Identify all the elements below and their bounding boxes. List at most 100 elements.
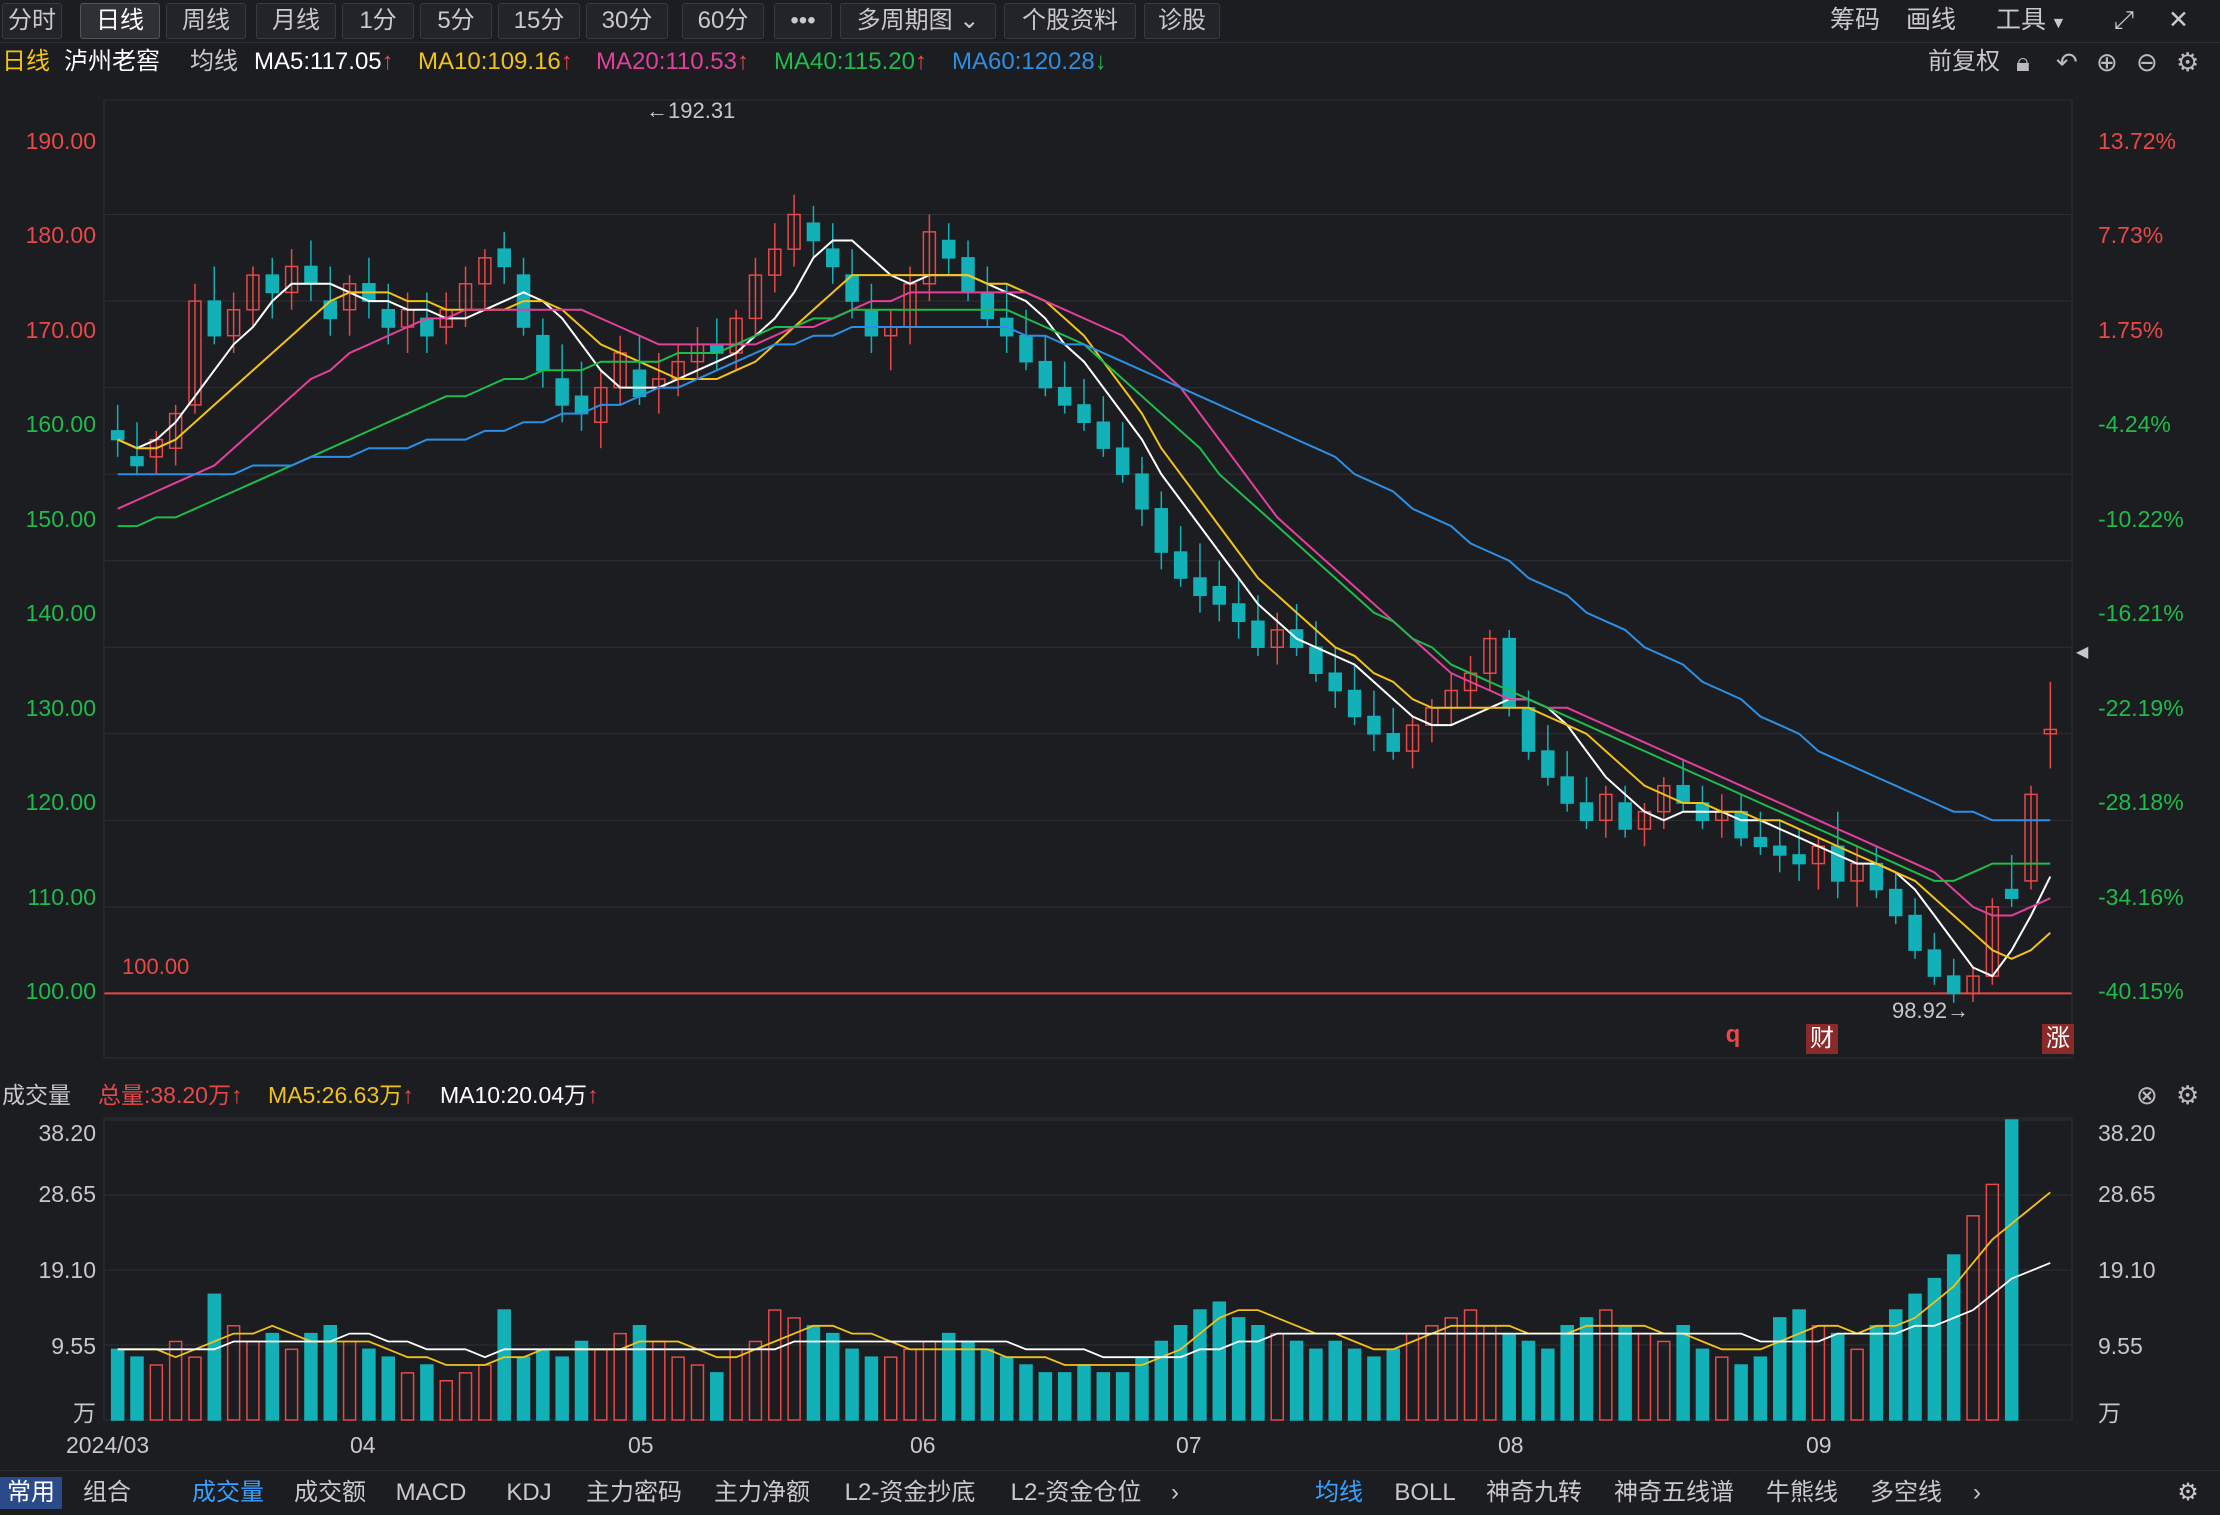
volume-ma10: MA10:20.04万↑ (440, 1078, 599, 1112)
price-restore-toggle[interactable]: 前复权 (1928, 44, 2000, 80)
month-label: 07 (1176, 1432, 1202, 1458)
indicator-macd[interactable]: MACD (386, 1477, 476, 1509)
indicator-main-code[interactable]: 主力密码 (574, 1477, 694, 1509)
candle-body (265, 274, 280, 294)
stock-profile-button[interactable]: 个股资料 (1004, 3, 1136, 39)
volume-bar (1560, 1325, 1574, 1421)
down-arrow-icon: ↓ (1094, 48, 1107, 75)
volume-bar (516, 1356, 531, 1421)
overlay-ma[interactable]: 均线 (1300, 1477, 1378, 1509)
indicator-l2-bottom[interactable]: L2-资金抄底 (832, 1477, 988, 1509)
tab-15min[interactable]: 15分 (498, 3, 580, 39)
close-icon[interactable]: ✕ (2168, 3, 2189, 37)
undo-icon[interactable]: ↶ (2056, 44, 2078, 80)
tab-daily[interactable]: 日线 (80, 3, 160, 39)
stock-name[interactable]: 泸州老窖 (64, 44, 160, 80)
price-tick: 130.00 (25, 695, 96, 721)
high-price-label: ←192.31 (646, 98, 736, 123)
overlay-magic-nine[interactable]: 神奇九转 (1476, 1477, 1592, 1509)
candle-body (1019, 334, 1033, 363)
tools-dropdown[interactable]: 工具 ▼ (1996, 3, 2066, 37)
volume-bar (1831, 1332, 1845, 1421)
tab-common[interactable]: 常用 (0, 1477, 62, 1509)
ma40-legend: MA40:115.20↑ (774, 44, 927, 80)
lock-icon[interactable]: 🔒︎ (2016, 44, 2030, 80)
zoom-in-icon[interactable]: ⊕ (2096, 44, 2118, 80)
indicator-l2-position[interactable]: L2-资金仓位 (998, 1477, 1154, 1509)
draw-button[interactable]: 画线 (1906, 3, 1956, 37)
volume-bar (1734, 1364, 1748, 1421)
volume-settings-icon[interactable]: ⚙ (2176, 1078, 2199, 1112)
overlay-bull-bear[interactable]: 牛熊线 (1754, 1477, 1850, 1509)
overlay-long-short[interactable]: 多空线 (1858, 1477, 1954, 1509)
volume-bar (922, 1340, 937, 1421)
volume-bar (1096, 1372, 1111, 1421)
candle-body (110, 430, 125, 441)
price-tick: 110.00 (27, 884, 96, 910)
up-arrow-icon: ↑ (560, 48, 573, 75)
price-chart[interactable] (0, 0, 2220, 1514)
settings-icon[interactable]: ⚙ (2168, 1477, 2208, 1509)
ma10-legend: MA10:109.16↑ (418, 44, 573, 80)
volume-bar (246, 1340, 260, 1421)
candle-body (555, 378, 569, 406)
chevron-right-icon[interactable]: › (1160, 1477, 1190, 1509)
candle-body (1251, 620, 1265, 649)
multi-period-dropdown[interactable]: 多周期图 ⌄ (840, 3, 996, 39)
volume-title[interactable]: 成交量 (2, 1078, 71, 1112)
tab-intraday[interactable]: 分时 (2, 3, 62, 39)
overlay-boll[interactable]: BOLL (1384, 1477, 1466, 1509)
indicator-turnover[interactable]: 成交额 (284, 1477, 376, 1509)
volume-bar (574, 1340, 589, 1421)
indicator-main-net[interactable]: 主力净额 (702, 1477, 822, 1509)
indicator-kdj[interactable]: KDJ (494, 1477, 564, 1509)
volume-bar (1966, 1215, 1980, 1421)
volume-total: 总量:38.20万↑ (98, 1078, 242, 1112)
close-panel-icon[interactable]: ⊗ (2136, 1078, 2158, 1112)
candle-body (1831, 845, 1845, 882)
tab-5min[interactable]: 5分 (420, 3, 492, 39)
zoom-out-icon[interactable]: ⊖ (2136, 44, 2158, 80)
candle-body (1135, 473, 1149, 510)
volume-ma5: MA5:26.63万↑ (268, 1078, 414, 1112)
volume-bar (1792, 1309, 1806, 1421)
percent-tick: -4.24% (2098, 411, 2171, 437)
limit-up-marker[interactable]: 涨 (2042, 1024, 2074, 1054)
volume-bar (1425, 1325, 1439, 1421)
settings-icon[interactable]: ⚙ (2176, 44, 2199, 80)
candle-body (1618, 802, 1632, 830)
percent-tick: -10.22% (2098, 506, 2184, 532)
volume-total-value: 总量:38.20万 (98, 1082, 231, 1108)
diagnose-button[interactable]: 诊股 (1144, 3, 1220, 39)
volume-bar (1212, 1301, 1227, 1421)
ma-label[interactable]: 均线 (190, 44, 238, 80)
tab-weekly[interactable]: 周线 (166, 3, 246, 39)
volume-bar (883, 1356, 898, 1421)
overlay-magic-five[interactable]: 神奇五线谱 (1604, 1477, 1744, 1509)
more-button[interactable]: ••• (774, 3, 832, 39)
fullscreen-icon[interactable]: ⤢ (2114, 3, 2134, 37)
percent-tick: -16.21% (2098, 600, 2184, 626)
volume-bar (1154, 1340, 1169, 1421)
multi-period-label: 多周期图 (856, 7, 953, 34)
volume-bar (961, 1340, 975, 1421)
candle-body (980, 291, 995, 320)
event-marker-q[interactable]: q (1718, 1020, 1748, 1050)
percent-tick: -28.18% (2098, 789, 2184, 815)
chevron-right-icon[interactable]: › (1962, 1477, 1992, 1509)
candle-body (1579, 802, 1594, 822)
indicator-volume[interactable]: 成交量 (182, 1477, 274, 1509)
volume-bar (1386, 1348, 1400, 1421)
tab-combo[interactable]: 组合 (76, 1477, 138, 1509)
candle-body (1560, 776, 1574, 804)
tab-1min[interactable]: 1分 (342, 3, 414, 39)
tab-30min[interactable]: 30分 (586, 3, 668, 39)
financial-report-marker[interactable]: 财 (1806, 1024, 1838, 1054)
volume-bar (613, 1332, 627, 1421)
chip-button[interactable]: 筹码 (1830, 3, 1880, 37)
tab-60min[interactable]: 60分 (682, 3, 764, 39)
candle-body (1946, 975, 1961, 995)
percent-tick: -22.19% (2098, 695, 2184, 721)
tab-monthly[interactable]: 月线 (256, 3, 336, 39)
volume-bar (999, 1356, 1014, 1421)
